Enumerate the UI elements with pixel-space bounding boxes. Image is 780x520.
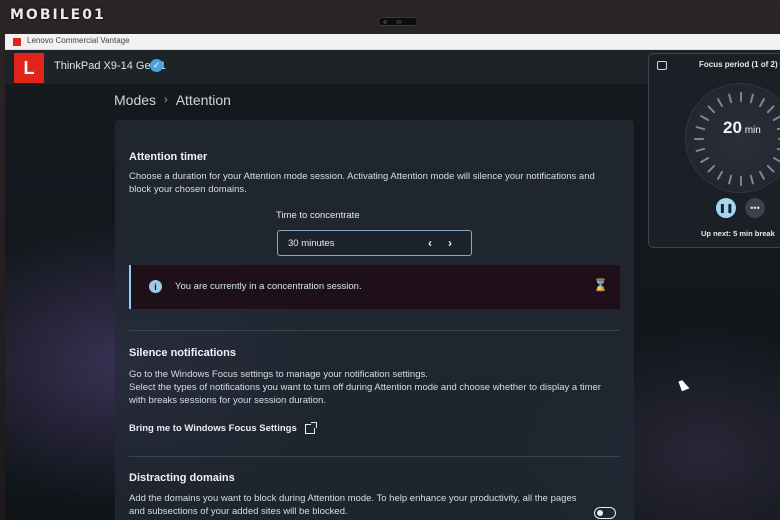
- lenovo-logo[interactable]: L: [14, 53, 44, 83]
- dial-tick: [759, 98, 765, 108]
- silence-line2: Select the types of notifications you wa…: [129, 382, 601, 406]
- window-titlebar: Lenovo Commercial Vantage: [5, 34, 780, 50]
- dial-tick: [717, 170, 723, 180]
- toggle-knob: [597, 509, 603, 516]
- breadcrumb-modes[interactable]: Modes: [114, 92, 156, 108]
- distracting-domains-title: Distracting domains: [129, 472, 235, 484]
- window-title: Lenovo Commercial Vantage: [27, 36, 130, 45]
- dial-tick: [749, 93, 754, 104]
- attention-timer-title: Attention timer: [129, 151, 208, 163]
- more-options-button[interactable]: •••: [745, 198, 765, 218]
- dial-tick: [695, 147, 706, 152]
- screen: Lenovo Commercial Vantage L ThinkPad X9-…: [5, 34, 780, 520]
- chevron-left-icon[interactable]: ‹: [428, 236, 432, 250]
- info-icon: i: [149, 280, 162, 293]
- breadcrumb: Modes › Attention: [114, 92, 231, 108]
- distracting-domains-toggle[interactable]: [594, 507, 616, 519]
- session-info-banner: i You are currently in a concentration s…: [129, 265, 620, 309]
- windows-focus-settings-link[interactable]: Bring me to Windows Focus Settings: [129, 421, 317, 434]
- dial-tick: [728, 174, 733, 185]
- watermark-logo: MOBILE01: [10, 7, 106, 23]
- dial-tick: [772, 115, 780, 121]
- external-link-icon: [304, 421, 317, 434]
- check-circle-icon: ✓: [150, 59, 163, 72]
- divider: [129, 330, 620, 331]
- chevron-right-icon: ›: [164, 94, 168, 106]
- breadcrumb-attention: Attention: [175, 92, 231, 108]
- focus-session-icon[interactable]: [657, 61, 667, 70]
- focus-time-unit: min: [744, 125, 761, 136]
- attention-timer-description: Choose a duration for your Attention mod…: [129, 171, 595, 195]
- dial-tick: [766, 164, 775, 173]
- focus-time-remaining: 20 min: [723, 118, 761, 138]
- silence-line1: Go to the Windows Focus settings to mana…: [129, 369, 428, 380]
- duration-select[interactable]: 30 minutes ‹ ›: [277, 230, 472, 256]
- dial-tick: [749, 174, 754, 185]
- focus-period-title: Focus period (1 of 2): [699, 60, 778, 69]
- focus-time-value: 20: [723, 118, 742, 137]
- focus-timer-dial: [685, 83, 780, 193]
- distracting-domains-description: Add the domains you want to block during…: [129, 493, 577, 517]
- dial-tick: [695, 126, 706, 131]
- duration-value: 30 minutes: [288, 238, 335, 249]
- divider: [129, 456, 620, 457]
- up-next-label: Up next: 5 min break: [701, 229, 775, 238]
- dial-tick: [707, 164, 716, 173]
- session-info-message: You are currently in a concentration ses…: [175, 281, 362, 292]
- dial-tick: [700, 115, 710, 121]
- webcam: [378, 17, 418, 26]
- focus-widget: Focus period (1 of 2) 20 min ❚❚ ••• Up n…: [648, 53, 780, 248]
- hourglass-icon: ⌛: [593, 278, 608, 292]
- time-label: Time to concentrate: [276, 210, 360, 221]
- dial-tick: [717, 98, 723, 108]
- dial-tick: [759, 170, 765, 180]
- attention-panel: Attention timer Choose a duration for yo…: [115, 120, 634, 520]
- dial-tick: [766, 105, 775, 114]
- dial-tick: [700, 157, 710, 163]
- dial-tick: [728, 93, 733, 104]
- silence-notifications-title: Silence notifications: [129, 347, 236, 359]
- mouse-cursor: [678, 378, 690, 392]
- pause-button[interactable]: ❚❚: [716, 198, 736, 218]
- dial-tick: [707, 105, 716, 114]
- dial-tick: [772, 157, 780, 163]
- windows-focus-settings-label: Bring me to Windows Focus Settings: [129, 423, 297, 434]
- app-mini-logo: [13, 38, 21, 46]
- chevron-right-icon[interactable]: ›: [448, 236, 452, 250]
